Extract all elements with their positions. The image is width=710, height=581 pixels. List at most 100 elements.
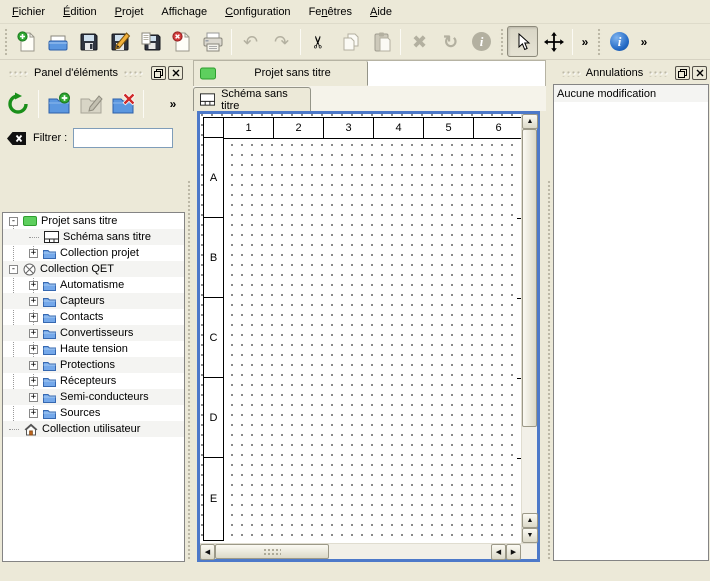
scroll-left-button[interactable]: ◀ [200, 544, 215, 560]
row-boundary-tick [517, 218, 521, 219]
scroll-left-button[interactable]: ◀ [491, 544, 506, 560]
edit-category-button[interactable] [75, 88, 107, 120]
expand-expander[interactable]: + [29, 361, 38, 370]
tree-item-schema[interactable]: Schéma sans titre [3, 229, 184, 245]
elements-panel-titlebar[interactable]: Panel d'éléments [0, 62, 186, 84]
expand-expander[interactable]: + [29, 393, 38, 402]
schema-sheet[interactable]: 1 2 3 4 5 6 A B C D E [200, 114, 521, 543]
project-tabbar: Projet sans titre [193, 60, 546, 86]
expand-expander[interactable]: + [29, 249, 38, 258]
save-all-button[interactable] [135, 26, 166, 57]
menu-fichier[interactable]: Fichier [3, 2, 54, 22]
element-info-button[interactable]: i [466, 26, 497, 57]
scroll-down-button[interactable]: ▼ [522, 528, 538, 543]
tree-item-haute-tension[interactable]: + Haute tension [3, 341, 184, 357]
toolbar-extension-button[interactable]: » [576, 26, 594, 57]
tree-item-collection-qet[interactable]: - Collection QET [3, 261, 184, 277]
redo-button[interactable]: ↷ [266, 26, 297, 57]
elements-panel-title: Panel d'éléments [34, 67, 118, 79]
vertical-scrollbar[interactable]: ▲ ▲ ▼ [521, 114, 537, 543]
menu-projet[interactable]: Projet [106, 2, 153, 22]
tab-schema-sans-titre[interactable]: Schéma sans titre [193, 87, 311, 111]
move-cross-icon [544, 32, 564, 52]
undo-button[interactable]: ↶ [235, 26, 266, 57]
left-dock-splitter[interactable] [186, 60, 193, 581]
scroll-up-button[interactable]: ▲ [522, 513, 538, 528]
menu-edition[interactable]: Édition [54, 2, 106, 22]
vertical-scroll-thumb[interactable] [522, 129, 537, 427]
expand-expander[interactable]: + [29, 313, 38, 322]
dock-handle-texture [123, 70, 144, 77]
row-header: A B C D E [203, 138, 224, 541]
tree-item-recepteurs[interactable]: + Récepteurs [3, 373, 184, 389]
elements-tree[interactable]: - Projet sans titre Schéma sans titre + … [2, 212, 185, 562]
tab-projet-sans-titre[interactable]: Projet sans titre [194, 61, 368, 86]
tree-item-semi-conducteurs[interactable]: + Semi-conducteurs [3, 389, 184, 405]
toolbar-grip[interactable] [499, 27, 505, 56]
tree-item-convertisseurs[interactable]: + Convertisseurs [3, 325, 184, 341]
undo-panel: Annulations Aucune modification [553, 60, 710, 581]
toolbar-separator [400, 29, 401, 55]
copy-button[interactable] [335, 26, 366, 57]
clear-filter-icon[interactable] [6, 131, 27, 146]
about-button[interactable]: i [604, 26, 635, 57]
toolbar-grip[interactable] [3, 27, 9, 56]
horizontal-scroll-track[interactable] [215, 544, 491, 559]
menu-aide[interactable]: Aide [361, 2, 401, 22]
toolbar-separator [38, 90, 39, 118]
tree-item-sources[interactable]: + Sources [3, 405, 184, 421]
expand-expander[interactable]: + [29, 345, 38, 354]
new-project-button[interactable] [11, 26, 42, 57]
select-tool-button[interactable] [507, 26, 538, 57]
expand-expander[interactable]: + [29, 297, 38, 306]
toolbar-grip[interactable] [596, 27, 602, 56]
schema-view[interactable]: 1 2 3 4 5 6 A B C D E [197, 111, 540, 562]
horizontal-scrollbar[interactable]: ◀ ◀ ▶ [200, 543, 537, 559]
vertical-scroll-track[interactable] [522, 129, 537, 513]
menu-fenetres[interactable]: Fenêtres [300, 2, 361, 22]
tree-item-automatisme[interactable]: + Automatisme [3, 277, 184, 293]
undo-list-item[interactable]: Aucune modification [554, 85, 708, 102]
delete-category-button[interactable] [107, 88, 139, 120]
float-panel-button[interactable] [675, 66, 690, 80]
open-project-button[interactable] [42, 26, 73, 57]
tree-item-protections[interactable]: + Protections [3, 357, 184, 373]
tree-item-contacts[interactable]: + Contacts [3, 309, 184, 325]
paste-button[interactable] [366, 26, 397, 57]
save-as-button[interactable] [104, 26, 135, 57]
pan-tool-button[interactable] [538, 26, 569, 57]
undo-panel-titlebar[interactable]: Annulations [553, 62, 710, 84]
close-file-button[interactable] [166, 26, 197, 57]
expand-expander[interactable]: + [29, 377, 38, 386]
toolbar-extension-button[interactable]: » [635, 26, 653, 57]
toolbar-extension-button[interactable]: » [164, 88, 182, 120]
collapse-expander[interactable]: - [9, 265, 18, 274]
float-panel-button[interactable] [151, 66, 166, 80]
collapse-expander[interactable]: - [9, 217, 18, 226]
expand-expander[interactable]: + [29, 409, 38, 418]
print-button[interactable] [197, 26, 228, 57]
scroll-right-button[interactable]: ▶ [506, 544, 521, 560]
save-button[interactable] [73, 26, 104, 57]
close-panel-button[interactable] [168, 66, 183, 80]
expand-expander[interactable]: + [29, 329, 38, 338]
undo-history-list[interactable]: Aucune modification [553, 84, 709, 561]
right-dock-splitter[interactable] [546, 60, 553, 581]
scroll-up-button[interactable]: ▲ [522, 114, 538, 129]
new-category-button[interactable] [43, 88, 75, 120]
tree-item-collection-projet[interactable]: + Collection projet [3, 245, 184, 261]
tree-item-projet[interactable]: - Projet sans titre [3, 213, 184, 229]
reload-collections-button[interactable] [2, 88, 34, 120]
tree-item-collection-utilisateur[interactable]: Collection utilisateur [3, 421, 184, 437]
folder-icon [43, 312, 56, 323]
menu-affichage[interactable]: Affichage [152, 2, 216, 22]
delete-button[interactable]: ✖ [404, 26, 435, 57]
menu-configuration[interactable]: Configuration [216, 2, 299, 22]
rotate-button[interactable]: ↻ [435, 26, 466, 57]
expand-expander[interactable]: + [29, 281, 38, 290]
tree-item-capteurs[interactable]: + Capteurs [3, 293, 184, 309]
cut-button[interactable]: ✂ [304, 26, 335, 57]
filter-input[interactable] [73, 128, 173, 148]
horizontal-scroll-thumb[interactable] [215, 544, 329, 559]
close-panel-button[interactable] [692, 66, 707, 80]
